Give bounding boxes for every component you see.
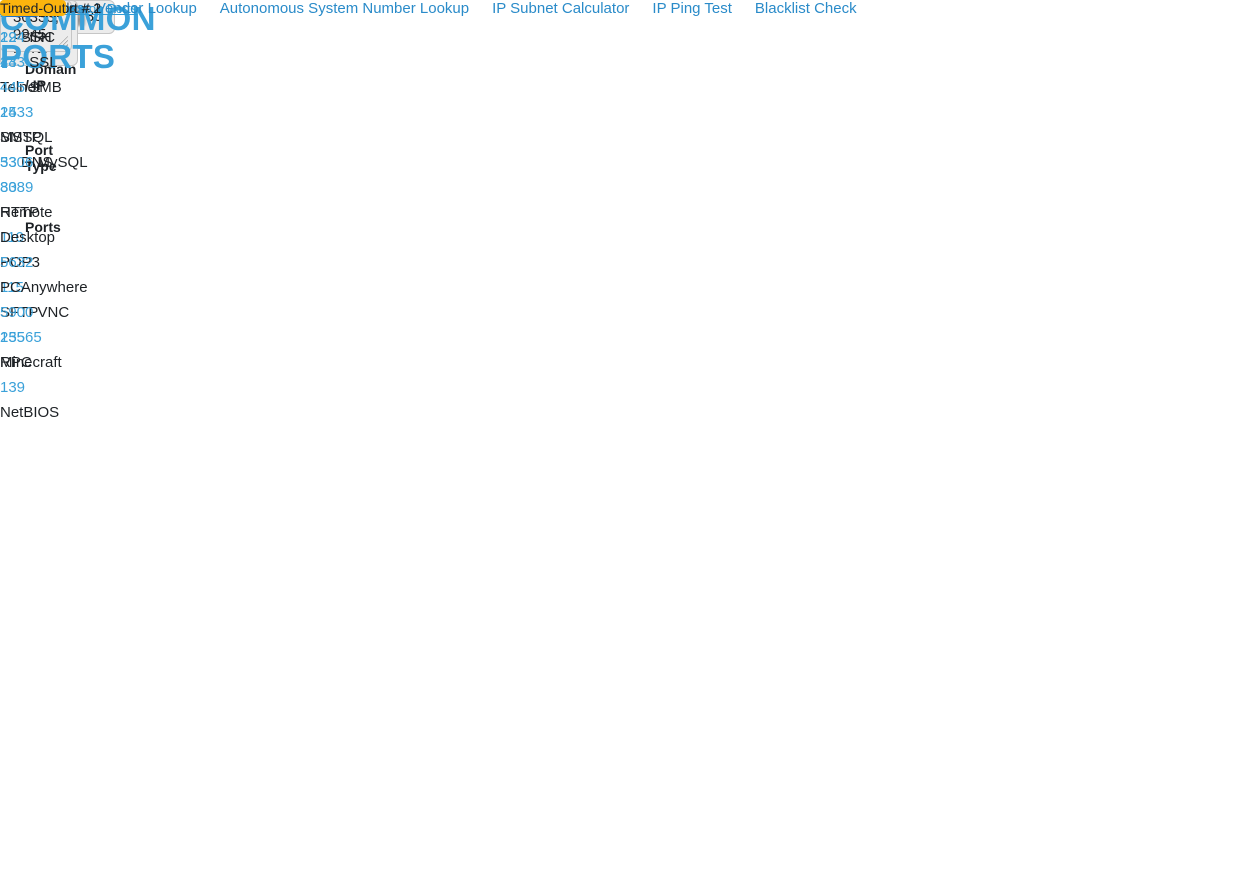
common-ports-column-2: 143 IMAP 194 IRC 443 SSL 445 SMB 1433 MS… [0,0,88,375]
link-blacklist-check[interactable]: Blacklist Check [755,0,857,17]
link-autonomous-system-number-lookup[interactable]: Autonomous System Number Lookup [220,0,469,17]
common-port-item[interactable]: 25565 Minecraft [0,325,88,375]
common-port-item[interactable]: 139 NetBIOS [0,375,59,425]
link-ip-ping-test[interactable]: IP Ping Test [652,0,732,17]
link-ip-subnet-calculator[interactable]: IP Subnet Calculator [492,0,629,17]
common-port-item[interactable]: 445 SMB [0,75,88,100]
common-port-item[interactable]: 1433 MSSQL [0,100,88,150]
related-tools-links: MAC Address Vendor Lookup Autonomous Sys… [0,0,857,17]
scan-port-page: SCAN PORT Domain / IP 92 80 Port Type Cu… [0,0,1256,875]
common-port-item[interactable]: 5900 VNC [0,300,88,325]
common-port-item[interactable]: 3306 MySQL [0,150,88,175]
common-port-item[interactable]: 5632 PCAnywhere [0,250,88,300]
status-badge-timed-out: Timed-Out [0,0,66,16]
common-port-item[interactable]: 443 SSL [0,50,88,75]
common-port-item[interactable]: 3389 Remote Desktop [0,175,88,250]
common-port-item[interactable]: 194 IRC [0,25,88,50]
